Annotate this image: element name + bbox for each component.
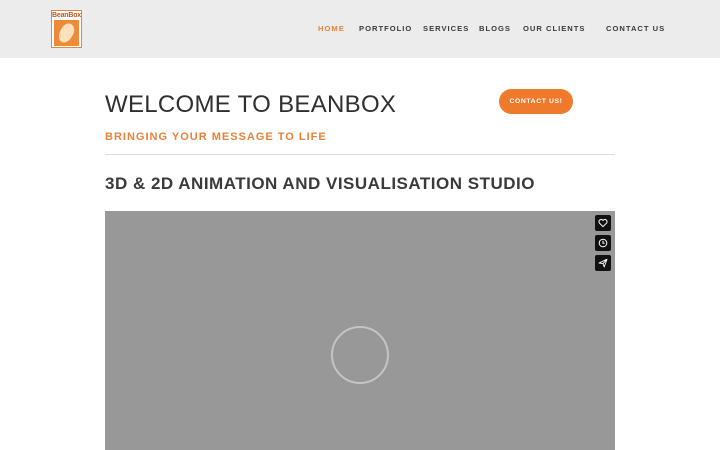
clock-icon	[598, 238, 608, 248]
nav-services[interactable]: SERVICES	[423, 24, 469, 36]
tagline: BRINGING YOUR MESSAGE TO LIFE	[105, 131, 327, 143]
divider	[105, 154, 615, 155]
video-player[interactable]	[105, 211, 615, 450]
page-title: WELCOME TO BEANBOX	[105, 91, 397, 118]
nav-contact-us[interactable]: CONTACT US	[606, 24, 665, 36]
like-button[interactable]	[595, 215, 611, 231]
nav-home[interactable]: HOME	[318, 24, 345, 36]
nav-blogs[interactable]: BLOGS	[479, 24, 511, 36]
site-header: BeanBox HOME PORTFOLIO SERVICES BLOGS OU…	[0, 0, 720, 58]
heart-icon	[598, 219, 608, 228]
contact-us-button[interactable]: CONTACT US!	[499, 89, 573, 114]
share-button[interactable]	[595, 255, 611, 271]
logo-text: BeanBox	[52, 12, 81, 19]
watch-later-button[interactable]	[595, 235, 611, 251]
section-heading: 3D & 2D ANIMATION AND VISUALISATION STUD…	[105, 174, 535, 193]
nav-portfolio[interactable]: PORTFOLIO	[359, 24, 412, 36]
loading-spinner-icon	[331, 326, 389, 384]
bean-icon	[54, 20, 79, 46]
send-icon	[598, 258, 608, 268]
beanbox-logo[interactable]: BeanBox	[51, 10, 82, 48]
nav-our-clients[interactable]: OUR CLIENTS	[523, 24, 585, 36]
